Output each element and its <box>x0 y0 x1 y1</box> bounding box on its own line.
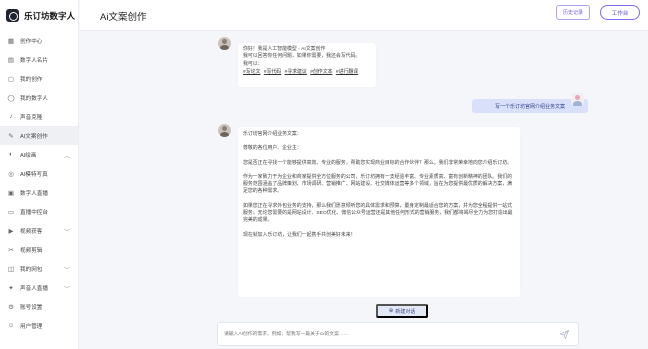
bot-avatar <box>218 37 231 50</box>
palette-icon: ◐ <box>9 151 13 158</box>
greeting-line: 你好！我是人工智能模型 - AI文案创作 <box>243 47 326 52</box>
document-icon: ▢ <box>7 75 15 83</box>
sidebar-item-video-acquisition[interactable]: ▶ 视频获客 ﹀ <box>0 221 78 240</box>
chevron-down-icon: ﹀ <box>63 287 70 293</box>
tag-write-code[interactable]: #写代码 <box>264 70 281 75</box>
bot-reply-bubble: 乐订坊官网介绍业务文案： 尊敬的各位用户、企业主： 您是否正在寻找一个能够提供高… <box>238 127 520 297</box>
prompt-input-box <box>217 322 579 346</box>
reply-salutation: 尊敬的各位用户、企业主： <box>243 146 302 152</box>
sidebar-item-user-management[interactable]: ☺ 用户管理 <box>0 316 78 335</box>
sidebar-item-label: 我的数字人 <box>20 95 48 102</box>
sidebar-item-label: 直播中控台 <box>20 209 48 216</box>
sidebar-item-label: AI绘画 <box>20 152 37 159</box>
sidebar-item-label: 创作中心 <box>20 38 43 45</box>
tag-seek-advice[interactable]: #寻求建议 <box>285 70 307 75</box>
bot-greeting-bubble: 你好！我是人工智能模型 - AI文案创作 我可以回答你任何问题，如果你需要，我还… <box>238 43 376 87</box>
sidebar-item-video-edit[interactable]: ✂ 视频剪辑 <box>0 240 78 259</box>
sidebar-item-my-digital-human[interactable]: ◯ 我的数字人 <box>0 88 78 107</box>
sidebar-item-label: 声音克隆 <box>20 114 43 121</box>
reply-paragraph: 作为一家致力于为企业和商家提供全方位服务的公司，乐订坊拥有一支经验丰富、专业素质… <box>243 174 512 195</box>
mic-icon: ✦ <box>8 284 14 292</box>
sidebar-item-ai-model-photo[interactable]: ◎ AI模特写真 <box>0 164 78 183</box>
reply-paragraph: 如果您正在寻求外包业务的支持，那么我们愿意倾听您的具体需求和预算，量身定制最适合… <box>243 203 513 224</box>
sidebar-item-label: 数字人直播 <box>20 190 48 197</box>
sidebar-item-digital-live[interactable]: ▣ 数字人直播 <box>0 183 78 202</box>
live-icon: ▣ <box>7 189 15 197</box>
sidebar-item-live-console[interactable]: ▭ 直播中控台 <box>0 202 78 221</box>
monitor-icon: ▭ <box>7 208 15 216</box>
package-icon: ◫ <box>7 265 15 273</box>
new-chat-label: 新建对话 <box>395 308 416 315</box>
chevron-down-icon: ﹀ <box>63 268 70 274</box>
sidebar-item-label: 我的创作 <box>20 76 43 83</box>
chevron-down-icon: ﹀ <box>63 230 70 236</box>
sidebar-item-ai-copywriting[interactable]: ✎ AI文案创作 <box>0 126 78 145</box>
new-chat-button[interactable]: ⊕ 新建对话 <box>376 304 428 318</box>
camera-icon: ◎ <box>8 170 14 178</box>
sidebar-item-label: AI模特写真 <box>20 171 48 178</box>
sidebar-item-label: 视频剪辑 <box>20 247 43 254</box>
sidebar-item-label: AI文案创作 <box>20 133 48 140</box>
top-bar: Ai文案创作 历史记录 工作台 <box>80 0 648 31</box>
sidebar-item-creation-center[interactable]: ▦ 创作中心 <box>0 31 78 50</box>
sidebar-item-my-creations[interactable]: ▢ 我的创作 <box>0 69 78 88</box>
chevron-up-icon: ︿ <box>63 154 70 160</box>
app-name: 乐订坊数字人 <box>24 10 76 21</box>
bot-avatar <box>218 124 231 137</box>
tag-write-paper[interactable]: #写论文 <box>243 70 260 75</box>
page-title: Ai文案创作 <box>100 12 147 23</box>
sidebar-item-label: 用户管理 <box>20 323 43 330</box>
scissors-icon: ✂ <box>8 246 14 254</box>
sidebar-item-label: 视频获客 <box>20 228 43 235</box>
sidebar-nav: ▦ 创作中心 ▤ 数字人名片 ▢ 我的创作 ◯ 我的数字人 ♪ 声音克隆 ✎ A… <box>0 31 78 335</box>
reply-paragraph: 现在就加入乐订坊，让我们一起携手共创美好未来！ <box>243 232 356 238</box>
sidebar-item-ai-painting[interactable]: ◐ AI绘画 ︿ <box>0 145 78 164</box>
sidebar-item-label: 我的网包 <box>20 266 43 273</box>
new-chat-icon: ⊕ <box>388 308 394 314</box>
tag-create-text[interactable]: #创作文本 <box>310 70 332 75</box>
sidebar-item-label: 声音人直播 <box>20 285 48 292</box>
greeting-line: 我可以回答你任何问题，如果你需要，我还会写代码。 <box>243 54 361 60</box>
sidebar-item-voice-live[interactable]: ✦ 声音人直播 ﹀ <box>0 278 78 297</box>
suggestion-tags: #写论文 #写代码 #寻求建议 #创作文本 #进行翻译 <box>243 69 371 76</box>
reply-title: 乐订坊官网介绍业务文案： <box>243 132 302 137</box>
sidebar-item-label: 数字人名片 <box>20 57 48 64</box>
prompt-input[interactable] <box>224 330 544 339</box>
sidebar-item-label: 账号设置 <box>20 304 43 311</box>
person-icon: ◯ <box>7 94 15 102</box>
grid-icon: ▦ <box>7 37 15 45</box>
history-button[interactable]: 历史记录 <box>556 5 590 20</box>
sidebar-item-my-package[interactable]: ◫ 我的网包 ﹀ <box>0 259 78 278</box>
workbench-button[interactable]: 工作台 <box>600 5 640 20</box>
greeting-line: 我可以： <box>243 61 263 67</box>
video-icon: ▶ <box>8 227 14 235</box>
sidebar-item-account-settings[interactable]: ⚙ 账号设置 <box>0 297 78 316</box>
users-icon: ☺ <box>7 322 15 329</box>
sidebar-item-voice-clone[interactable]: ♪ 声音克隆 <box>0 107 78 126</box>
tag-translate[interactable]: #进行翻译 <box>336 70 358 75</box>
chat-area: 你好！我是人工智能模型 - AI文案创作 我可以回答你任何问题，如果你需要，我还… <box>80 31 648 349</box>
sidebar: 乐订坊数字人 ▦ 创作中心 ▤ 数字人名片 ▢ 我的创作 ◯ 我的数字人 ♪ 声… <box>0 0 79 349</box>
sidebar-item-digital-card[interactable]: ▤ 数字人名片 <box>0 50 78 69</box>
user-avatar <box>571 93 584 106</box>
id-card-icon: ▤ <box>7 56 15 64</box>
gear-icon: ⚙ <box>8 303 14 311</box>
reply-paragraph: 您是否正在寻找一个能够提供高效、专业的服务，帮助您实现商业目标的合作伙伴？那么，… <box>243 160 512 166</box>
send-icon[interactable] <box>559 329 570 340</box>
app-logo[interactable]: 乐订坊数字人 <box>0 0 78 31</box>
logo-icon <box>6 9 19 22</box>
edit-document-icon: ✎ <box>8 132 14 140</box>
sound-icon: ♪ <box>9 113 13 120</box>
